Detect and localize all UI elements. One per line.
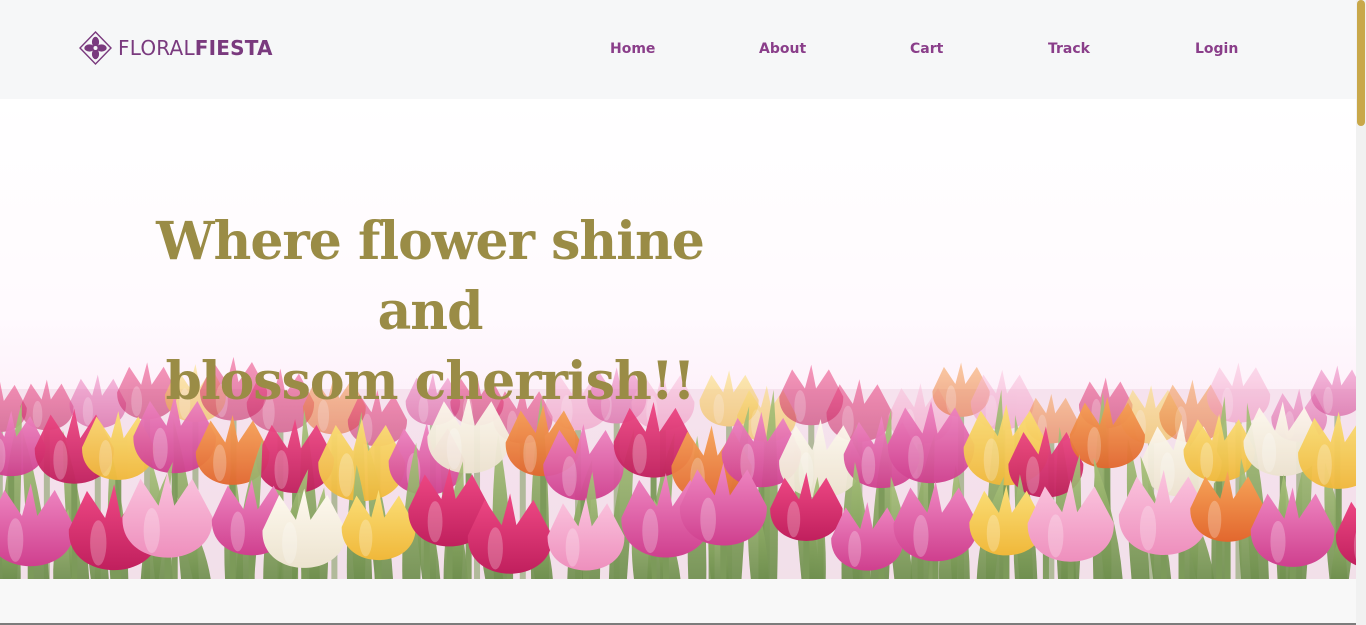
nav-cart-link[interactable]: Cart (910, 38, 943, 60)
hero-banner: Where flower shine and blossom cherrish!… (0, 99, 1356, 579)
hero-heading-line1: Where flower shine and (156, 211, 705, 342)
nav-about-link[interactable]: About (759, 38, 806, 60)
hero-heading: Where flower shine and blossom cherrish!… (100, 207, 760, 417)
nav-login-link[interactable]: Login (1195, 38, 1238, 60)
page-scrollbar[interactable] (1356, 0, 1366, 625)
content-section (0, 579, 1356, 625)
scrollbar-thumb[interactable] (1357, 0, 1365, 126)
nav-track-link[interactable]: Track (1048, 38, 1090, 60)
nav-home-link[interactable]: Home (610, 38, 655, 60)
page: FLORALFIESTA Home About Cart Track Login (0, 0, 1356, 625)
hero-heading-line2: blossom cherrish!! (165, 351, 696, 412)
main-nav: Home About Cart Track Login (0, 38, 1356, 62)
navbar: FLORALFIESTA Home About Cart Track Login (0, 0, 1356, 99)
